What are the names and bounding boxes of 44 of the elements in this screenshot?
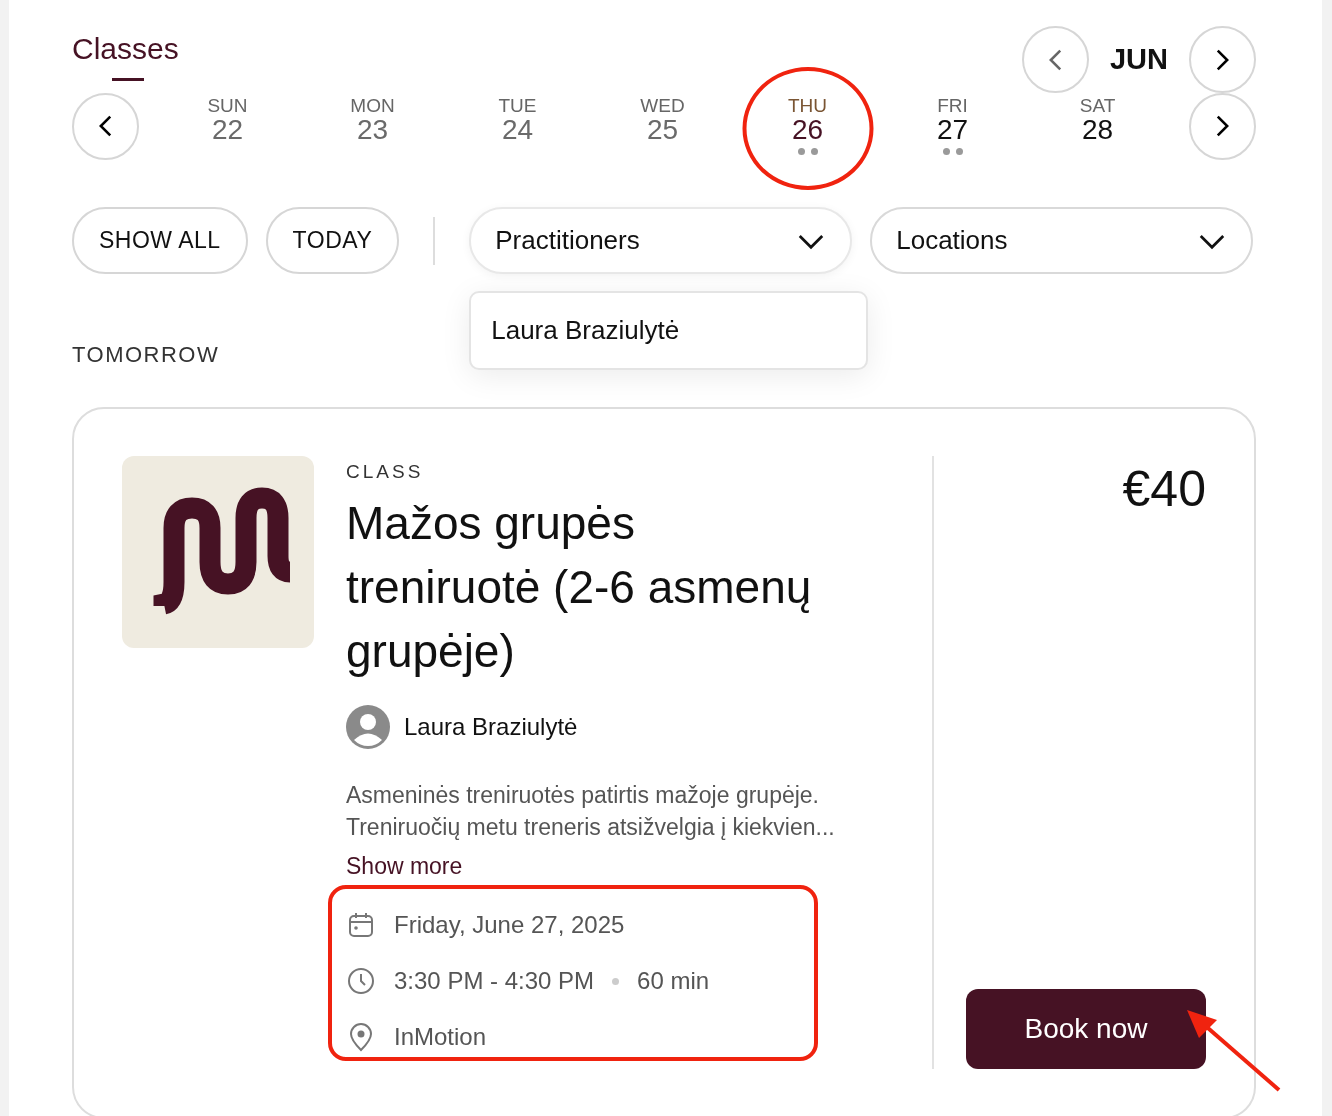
date-number: 28: [1081, 115, 1114, 146]
weekday-label: MON: [350, 96, 395, 116]
dropdown-select[interactable]: Locations: [870, 207, 1254, 274]
day-item[interactable]: SAT 28: [1025, 81, 1170, 171]
filter-button[interactable]: TODAY: [265, 207, 400, 274]
event-duration: 60 min: [637, 966, 710, 996]
book-now-button[interactable]: Book now: [966, 989, 1206, 1069]
day-item[interactable]: FRI 27: [880, 81, 1025, 171]
date-number: 25: [646, 115, 679, 146]
date-number: 24: [501, 115, 534, 146]
filter-button[interactable]: SHOW ALL: [72, 207, 248, 274]
practitioner-name: Laura Braziulytė: [404, 711, 578, 742]
dropdown-select[interactable]: Practitioners: [469, 207, 853, 274]
dropdown-option[interactable]: Laura Braziulytė: [471, 293, 867, 368]
date-number: 23: [356, 115, 389, 146]
avatar-icon: [346, 704, 390, 749]
separator-dot: [612, 977, 620, 985]
chevron-left-icon: [1049, 48, 1062, 71]
chevron-left-icon: [99, 115, 112, 137]
section-heading: TOMORROW: [72, 341, 221, 369]
calendar-icon: [346, 910, 376, 940]
show-more-link[interactable]: Show more: [346, 848, 463, 883]
weekday-label: WED: [640, 96, 685, 116]
date-number: 27: [936, 115, 969, 146]
chevron-right-icon: [1216, 48, 1229, 71]
weekday-label: SAT: [1079, 96, 1116, 116]
clock-icon: [346, 966, 376, 996]
date-number: 26: [791, 115, 824, 146]
chevron-right-icon: [1216, 115, 1229, 137]
weekday-label: SUN: [207, 96, 248, 116]
weekday-label: THU: [787, 96, 828, 116]
day-item[interactable]: THU 26: [735, 81, 880, 171]
class-title: Mažos grupės treniruotė (2-6 asmenų grupėje): [346, 495, 813, 679]
class-category: CLASS: [346, 460, 425, 484]
date-number: 22: [211, 115, 244, 146]
class-price: €40: [1122, 464, 1206, 514]
page-tab[interactable]: Classes: [72, 26, 179, 81]
weekday-label: TUE: [498, 96, 537, 116]
event-location: InMotion: [394, 1022, 487, 1052]
event-time: 3:30 PM - 4:30 PM: [394, 966, 595, 996]
month-label: JUN: [1109, 41, 1169, 77]
class-description: Asmeninės treniruotės patirtis mažoje grupėje. Treniruočių metu treneris atsižvelgia į kiekvien...: [346, 780, 836, 842]
weekday-label: FRI: [937, 96, 968, 116]
event-date: Friday, June 27, 2025: [394, 910, 625, 940]
